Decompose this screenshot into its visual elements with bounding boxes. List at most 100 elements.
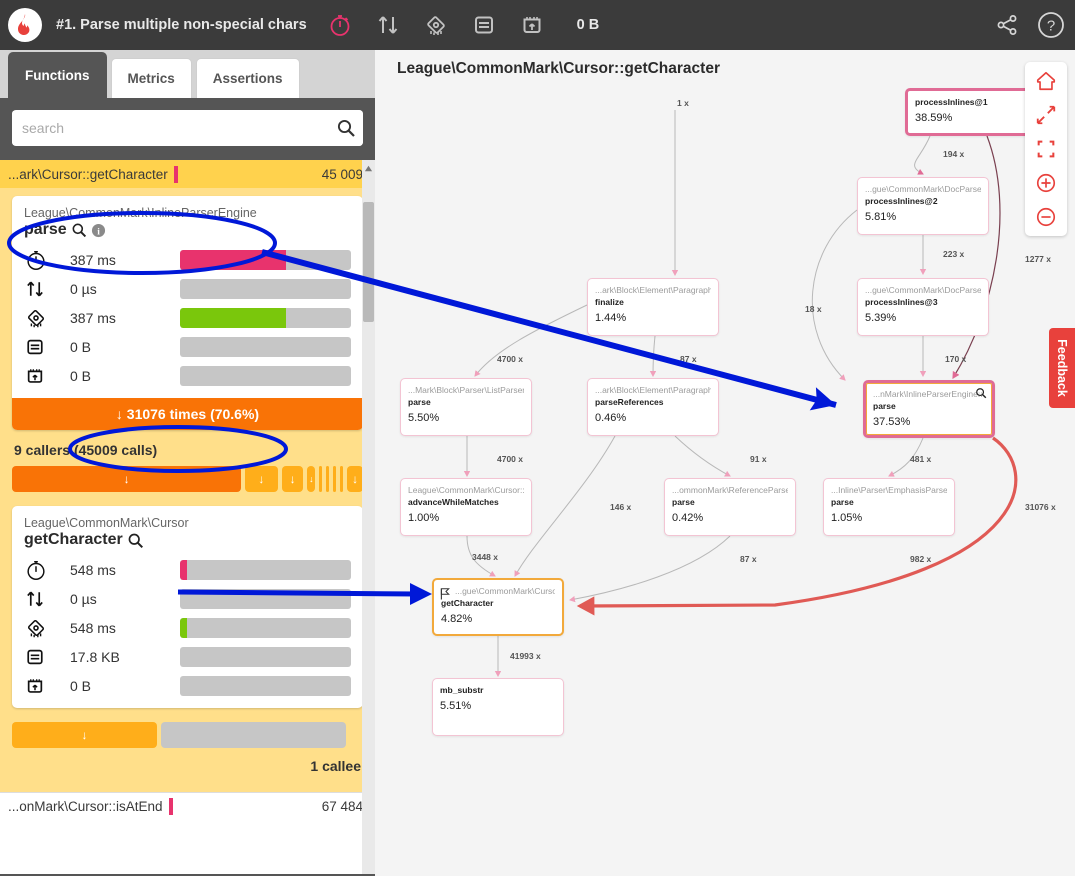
io-icon[interactable] xyxy=(375,12,401,38)
info-icon[interactable]: i xyxy=(91,223,106,238)
caller-segment[interactable] xyxy=(319,466,323,492)
tab-metrics[interactable]: Metrics xyxy=(110,58,192,98)
node-namespace: ...ark\Block\Element\Paragraph:: xyxy=(595,385,711,395)
node-percent: 4.82% xyxy=(441,613,473,625)
graph-node-processinlines-2[interactable]: ...gue\CommonMark\DocParser:: processInl… xyxy=(857,177,989,235)
topbar-actions: ? xyxy=(995,0,1065,50)
caller-segment[interactable] xyxy=(340,466,344,492)
graph-node-emphasisparser-parse[interactable]: ...Inline\Parser\EmphasisParser:: parse … xyxy=(823,478,955,536)
metric-row: 0 µs xyxy=(24,584,351,613)
caller-segment[interactable] xyxy=(333,466,337,492)
scrollbar-thumb[interactable] xyxy=(363,202,374,322)
chevron-up-icon[interactable] xyxy=(364,164,373,173)
graph-node-cursor-getcharacter[interactable]: ...gue\CommonMark\Cursor:: getCharacter … xyxy=(432,578,564,636)
svg-text:i: i xyxy=(97,227,100,237)
network-icon[interactable] xyxy=(519,12,545,38)
graph-node-referenceparser-parse[interactable]: ...ommonMark\ReferenceParser:: parse 0.4… xyxy=(664,478,796,536)
callee-segment xyxy=(161,722,346,748)
tab-assertions[interactable]: Assertions xyxy=(195,58,300,98)
feedback-button[interactable]: Feedback xyxy=(1049,328,1075,408)
edge-label: 31076 x xyxy=(1025,502,1056,512)
cpu-icon xyxy=(24,306,70,330)
caller-segment[interactable]: ↓ xyxy=(12,466,242,492)
selected-function-count: 45 009 xyxy=(321,166,363,182)
metric-bar xyxy=(180,675,351,696)
metric-value: 0 B xyxy=(70,338,92,355)
caller-segment[interactable]: ↓ xyxy=(307,466,316,492)
next-row-indicator xyxy=(168,798,173,815)
cpu-icon[interactable] xyxy=(423,12,449,38)
share-icon[interactable] xyxy=(995,13,1019,37)
node-function: parse xyxy=(672,497,695,507)
callee-segment[interactable]: ↓ xyxy=(12,722,157,748)
node-percent: 1.05% xyxy=(831,512,863,524)
caller-segment[interactable]: ↓ xyxy=(347,466,364,492)
caller-segment[interactable] xyxy=(326,466,330,492)
list-item-next[interactable]: ...onMark\Cursor::isAtEnd 67 484 xyxy=(0,792,375,820)
graph-toolbar xyxy=(1025,62,1067,236)
node-percent: 5.81% xyxy=(865,211,897,223)
cpu-icon xyxy=(24,616,70,640)
node-namespace: ...Inline\Parser\EmphasisParser:: xyxy=(831,485,947,495)
wall-time-icon[interactable] xyxy=(327,12,353,38)
metric-bar xyxy=(180,588,351,609)
zoom-out-icon[interactable] xyxy=(1033,204,1059,230)
expand-icon[interactable] xyxy=(1033,102,1059,128)
graph-node-mb-substr[interactable]: mb_substr 5.51% xyxy=(432,678,564,736)
search-icon[interactable] xyxy=(127,532,144,549)
metric-bar xyxy=(180,307,351,328)
io-icon xyxy=(24,588,70,610)
search-icon[interactable] xyxy=(71,222,87,238)
metric-value: 387 ms xyxy=(70,251,116,268)
node-namespace: ...gue\CommonMark\Cursor:: xyxy=(455,586,555,596)
flame-icon xyxy=(18,14,30,35)
io-icon xyxy=(24,278,70,300)
graph-node-processinlines-3[interactable]: ...gue\CommonMark\DocParser:: processInl… xyxy=(857,278,989,336)
node-function: processInlines@1 xyxy=(915,97,988,107)
graph-node-listparser-parse[interactable]: ...Mark\Block\Parser\ListParser:: parse … xyxy=(400,378,532,436)
current-card-body: League\CommonMark\Cursor getCharacter 54… xyxy=(12,506,363,708)
call-graph[interactable]: League\CommonMark\Cursor::getCharacter p… xyxy=(375,50,1075,876)
blackfire-logo[interactable] xyxy=(8,8,42,42)
current-namespace: League\CommonMark\Cursor xyxy=(24,516,189,530)
list-scrollbar[interactable] xyxy=(362,160,375,874)
list-item-selected[interactable]: ...ark\Cursor::getCharacter 45 009 xyxy=(0,160,375,188)
current-function-name: getCharacter xyxy=(24,531,123,548)
node-percent: 38.59% xyxy=(915,112,953,124)
node-percent: 0.42% xyxy=(672,512,704,524)
metric-bar xyxy=(180,249,351,270)
fit-icon[interactable] xyxy=(1033,136,1059,162)
graph-node-paragraph-finalize[interactable]: ...ark\Block\Element\Paragraph:: finaliz… xyxy=(587,278,719,336)
graph-node-processinlines-1[interactable]: processInlines@1 38.59% xyxy=(905,88,1045,136)
graph-node-inlineparserengine-parse[interactable]: ...nMark\InlineParserEngine:: parse 37.5… xyxy=(863,380,995,438)
caller-times-button[interactable]: ↓ 31076 times (70.6%) xyxy=(12,398,363,430)
metric-row: 0 B xyxy=(24,332,351,361)
help-icon[interactable]: ? xyxy=(1037,11,1065,39)
caller-card-body: League\CommonMark\InlineParserEngine par… xyxy=(12,196,363,398)
metric-value: 0 B xyxy=(70,367,92,384)
zoom-in-icon[interactable] xyxy=(1033,170,1059,196)
tab-functions[interactable]: Functions xyxy=(8,52,107,98)
caller-namespace: League\CommonMark\InlineParserEngine xyxy=(24,206,257,220)
caller-segment[interactable]: ↓ xyxy=(245,466,278,492)
node-namespace: ...gue\CommonMark\DocParser:: xyxy=(865,285,981,295)
node-function: parseReferences xyxy=(595,397,664,407)
edge-label: 982 x xyxy=(910,554,932,564)
graph-node-parsereferences[interactable]: ...ark\Block\Element\Paragraph:: parseRe… xyxy=(587,378,719,436)
node-namespace: ...nMark\InlineParserEngine:: xyxy=(873,389,983,399)
node-function: parse xyxy=(873,401,896,411)
search-submit-button[interactable] xyxy=(329,110,363,146)
caller-segment[interactable]: ↓ xyxy=(281,466,304,492)
metric-bar xyxy=(180,646,351,667)
edge-label: 194 x xyxy=(943,149,965,159)
graph-node-advancewhilematches[interactable]: League\CommonMark\Cursor:: advanceWhileM… xyxy=(400,478,532,536)
node-function: finalize xyxy=(595,297,624,307)
search-icon[interactable] xyxy=(975,387,987,399)
search-input[interactable] xyxy=(12,111,329,145)
home-icon[interactable] xyxy=(1033,68,1059,94)
tab-metrics-label: Metrics xyxy=(127,71,175,86)
memory-icon[interactable] xyxy=(471,12,497,38)
search-box xyxy=(12,110,363,146)
node-function: getCharacter xyxy=(441,598,494,608)
node-namespace: ...Mark\Block\Parser\ListParser:: xyxy=(408,385,524,395)
